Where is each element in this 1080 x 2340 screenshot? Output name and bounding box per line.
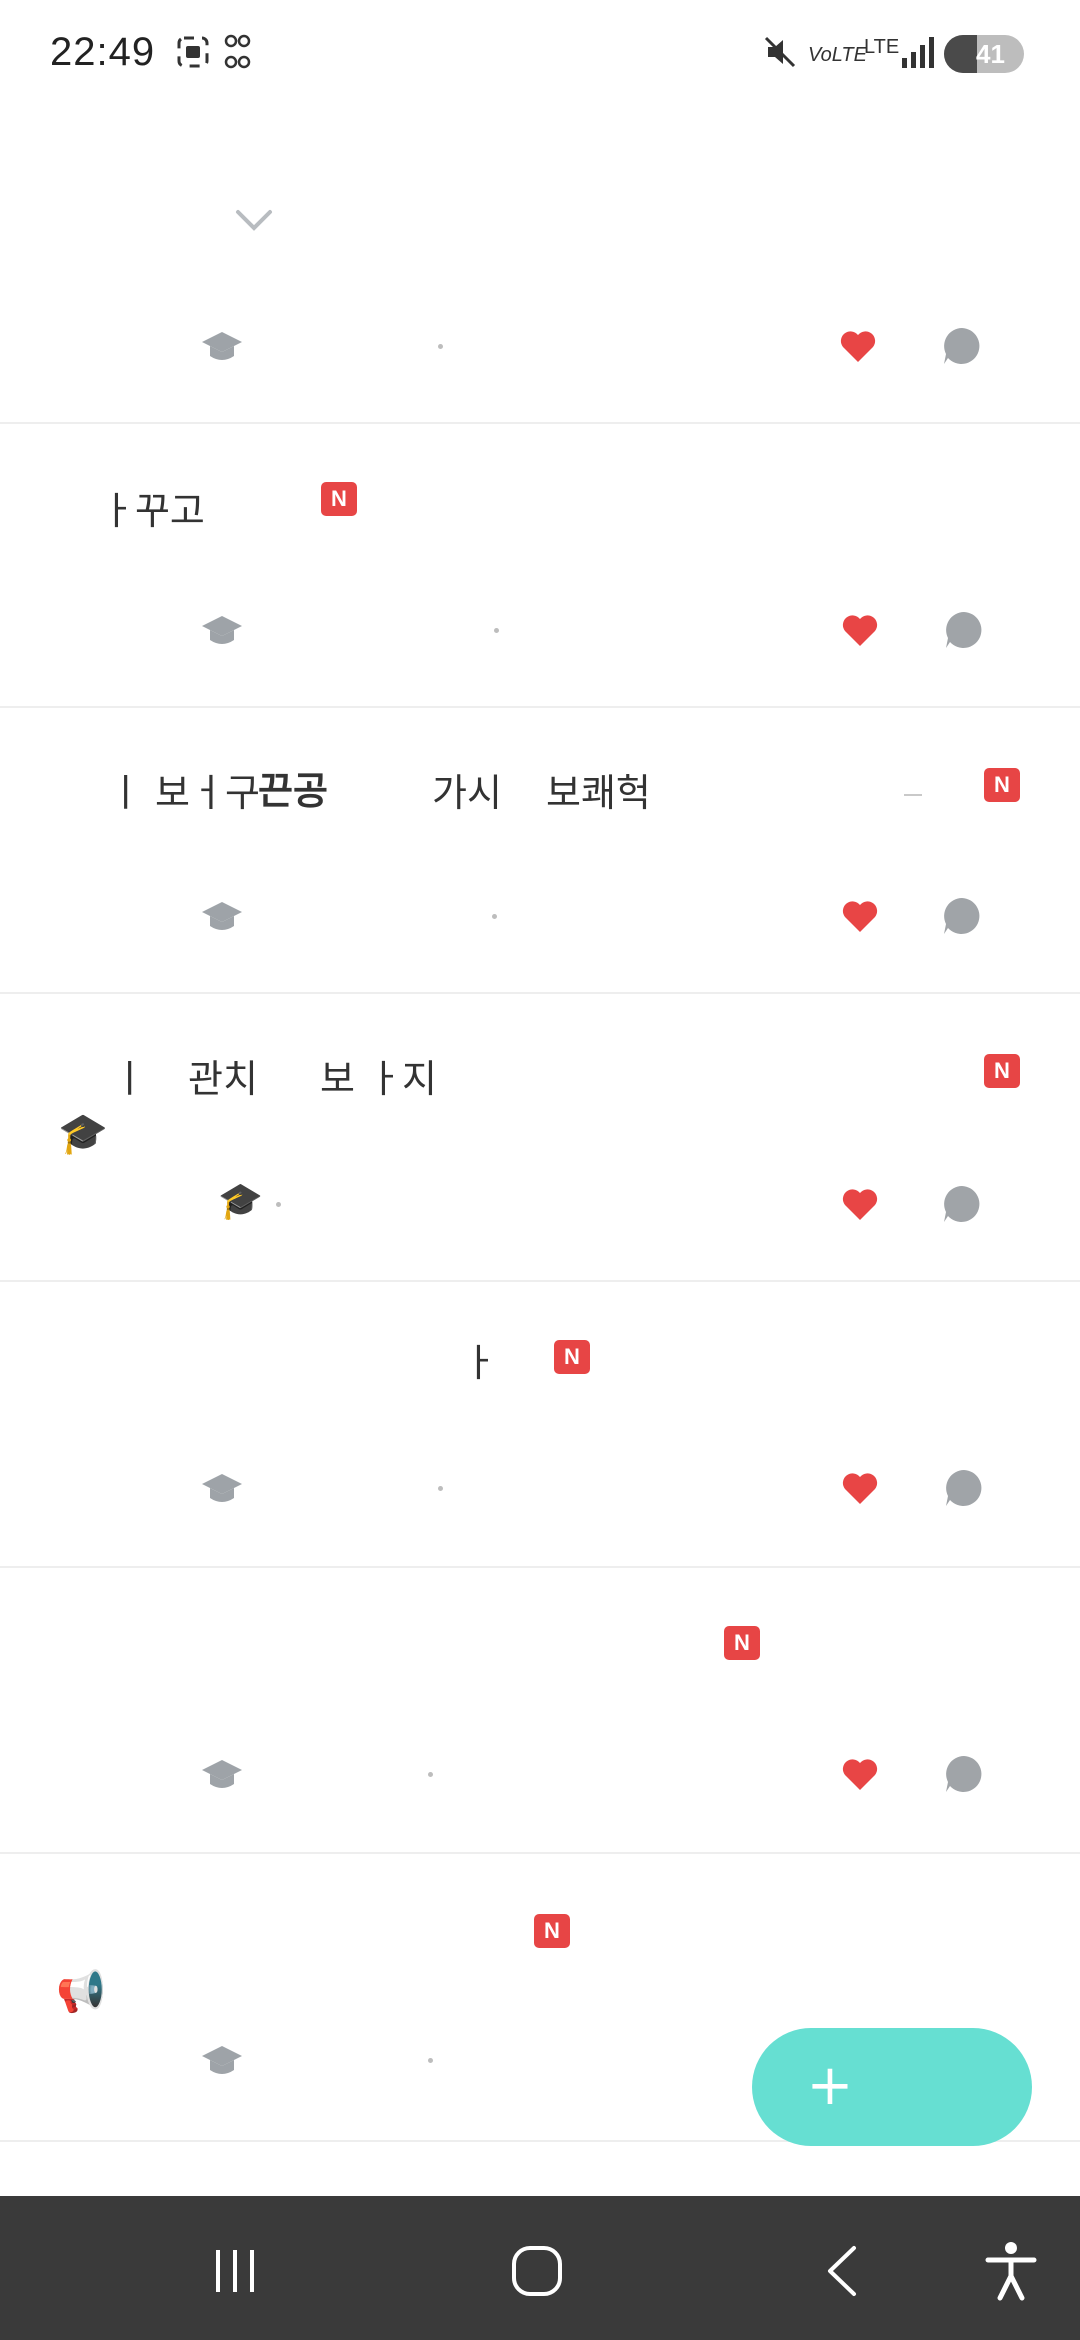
- meta-dot: [428, 2058, 433, 2063]
- post-item[interactable]: [0, 110, 1080, 424]
- meta-dot: [276, 1202, 281, 1207]
- graduation-cap-emoji: 🎓: [218, 1181, 263, 1222]
- post-title-part: ㅣ: [112, 1057, 147, 1101]
- new-badge: N: [984, 1054, 1020, 1088]
- megaphone-emoji: 📢: [56, 1969, 106, 2015]
- mute-icon: [764, 36, 796, 68]
- battery-percent: 41: [976, 39, 1005, 69]
- system-nav-bar: [0, 2196, 1080, 2340]
- meta-dot: [492, 914, 497, 919]
- battery-fill: [944, 35, 977, 73]
- graduation-cap-icon: [202, 902, 242, 930]
- recent-apps-icon[interactable]: [200, 2236, 270, 2306]
- new-badge: N: [724, 1626, 760, 1660]
- comment-bubble-icon[interactable]: [944, 1468, 984, 1508]
- graduation-cap-icon: [202, 1760, 242, 1788]
- post-title: ㅏ꾸고: [100, 489, 205, 533]
- accessibility-icon[interactable]: [976, 2236, 1046, 2306]
- post-item[interactable]: N: [0, 1568, 1080, 1854]
- like-heart-icon[interactable]: [840, 1754, 880, 1792]
- like-heart-icon[interactable]: [840, 896, 880, 934]
- post-item[interactable]: ㅣ 보ㅓ구 끈공 가시 보쾌헉 N: [0, 708, 1080, 994]
- like-heart-icon[interactable]: [840, 1184, 880, 1222]
- comment-bubble-icon[interactable]: [942, 896, 982, 936]
- meta-dot: [428, 1772, 433, 1777]
- post-title-part: ㅣ 보ㅓ구: [108, 771, 260, 815]
- plus-icon[interactable]: +: [800, 2056, 860, 2116]
- home-icon[interactable]: [502, 2236, 572, 2306]
- new-badge: N: [984, 768, 1020, 802]
- meta-dot: [494, 628, 499, 633]
- post-item[interactable]: ㅏ꾸고 N: [0, 424, 1080, 708]
- post-title: ㅏ: [462, 1341, 497, 1385]
- graduation-cap-icon: [202, 1474, 242, 1502]
- comment-bubble-icon[interactable]: [942, 1184, 982, 1224]
- volte-label: VoLTE: [808, 44, 867, 66]
- like-heart-icon[interactable]: [840, 1468, 880, 1506]
- graduation-cap-icon: [202, 332, 242, 360]
- post-title-part: 보 ㅏ지: [320, 1057, 437, 1101]
- new-badge: N: [534, 1914, 570, 1948]
- lte-label: LTE: [864, 36, 900, 58]
- divider-dash: [904, 794, 922, 796]
- comment-bubble-icon[interactable]: [942, 326, 982, 366]
- post-title-part: 관치: [188, 1057, 258, 1101]
- comment-bubble-icon[interactable]: [944, 1754, 984, 1794]
- new-badge: N: [554, 1340, 590, 1374]
- back-icon[interactable]: [808, 2236, 878, 2306]
- post-title-part: 끈공: [258, 769, 328, 813]
- like-heart-icon[interactable]: [840, 610, 880, 648]
- meta-dot: [438, 1486, 443, 1491]
- screenshot-icon: [177, 36, 209, 68]
- graduation-cap-emoji: 🎓: [58, 1111, 108, 1157]
- dot-grid-icon: [224, 34, 251, 69]
- meta-dot: [438, 344, 443, 349]
- post-title-part: 보쾌헉: [546, 771, 651, 815]
- new-badge: N: [321, 482, 357, 516]
- clock: 22:49: [50, 30, 156, 74]
- status-bar: 22:49 VoLTE LTE 41: [0, 0, 1080, 110]
- post-title-part: 가시: [432, 771, 502, 815]
- graduation-cap-icon: [202, 2046, 242, 2074]
- write-post-fab[interactable]: [752, 2028, 1032, 2146]
- post-item[interactable]: ㅣ 관치 보 ㅏ지 N 🎓 🎓: [0, 994, 1080, 1282]
- battery-icon: 41: [944, 35, 1024, 73]
- signal-icon: [902, 37, 934, 68]
- like-heart-icon[interactable]: [838, 326, 878, 364]
- graduation-cap-icon: [202, 616, 242, 644]
- comment-bubble-icon[interactable]: [944, 610, 984, 650]
- post-item[interactable]: ㅏ N: [0, 1282, 1080, 1568]
